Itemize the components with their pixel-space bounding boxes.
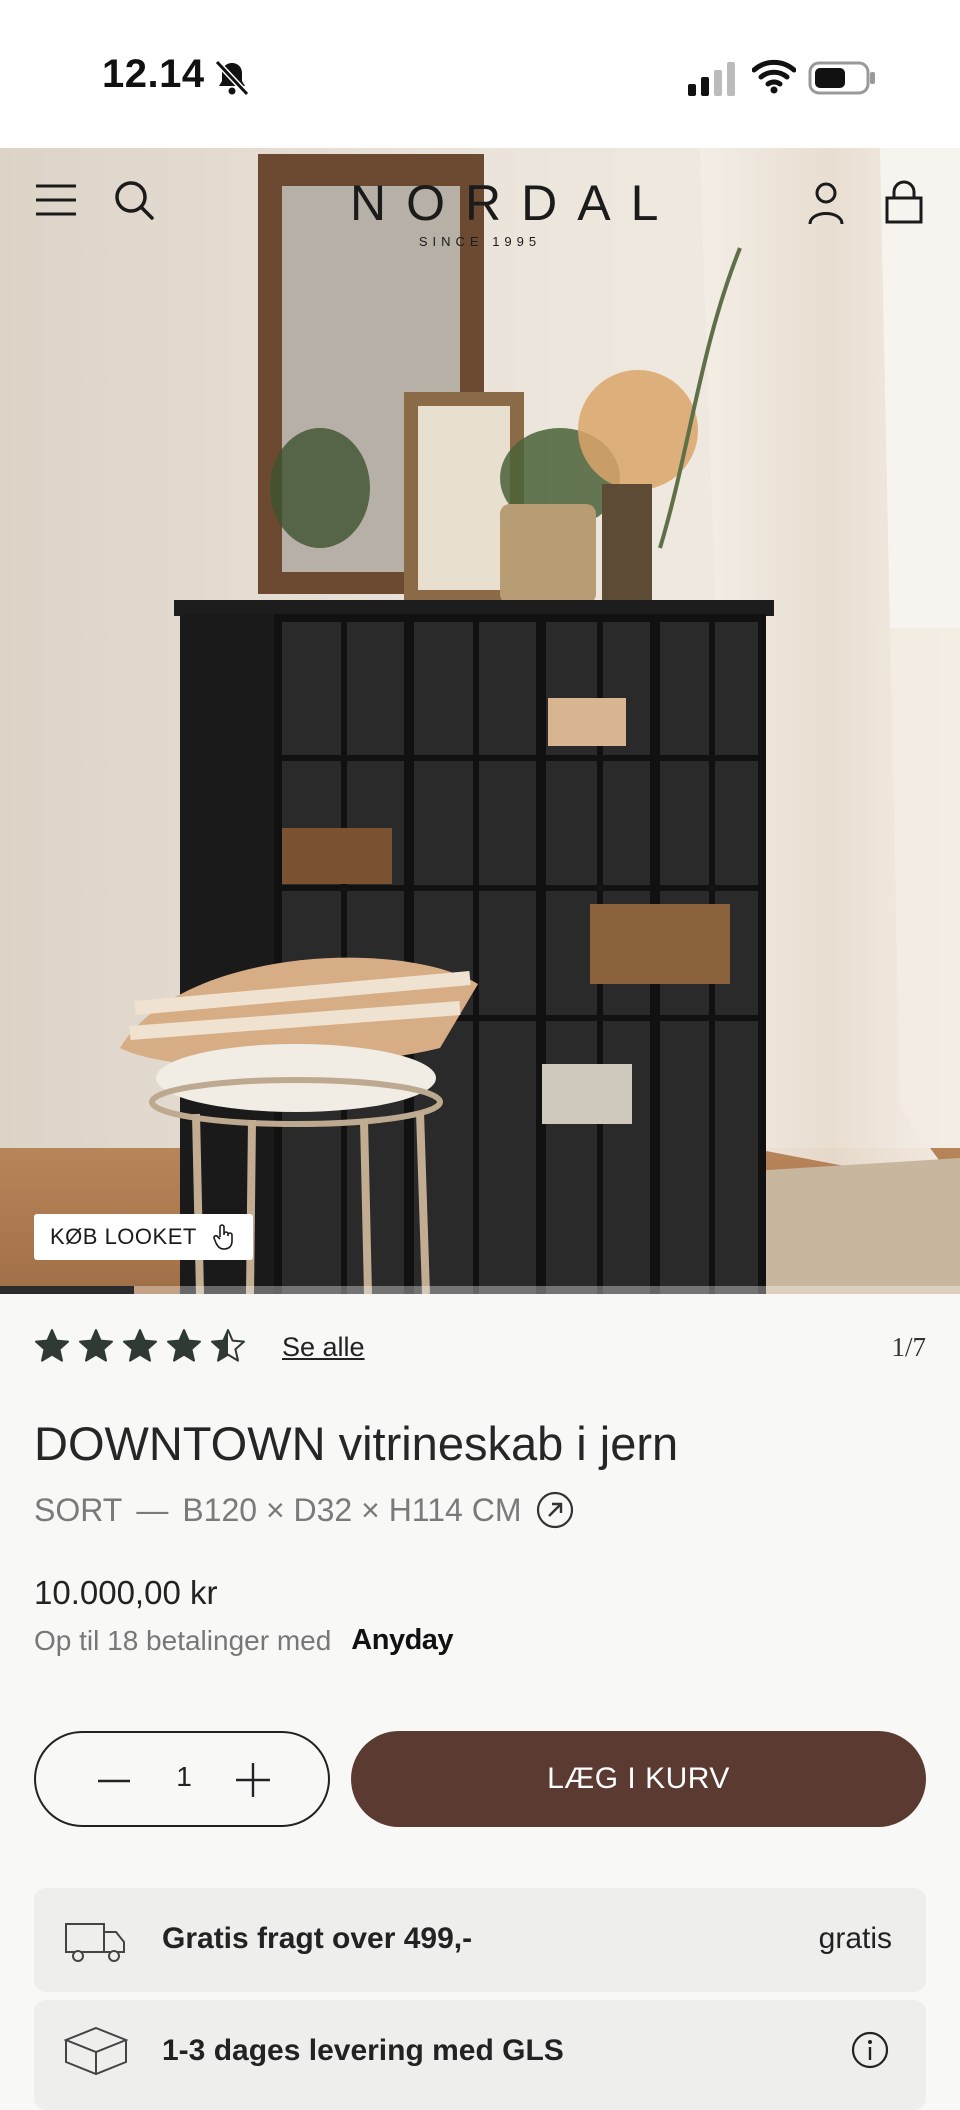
star-full-icon xyxy=(123,1329,157,1362)
product-title: DOWNTOWN vitrineskab i jern xyxy=(34,1417,679,1470)
delivery-card: 1-3 dages levering med GLS xyxy=(34,2000,926,2110)
rating-stars xyxy=(34,1328,246,1364)
see-all-reviews-link[interactable]: Se alle xyxy=(282,1332,365,1363)
signal-icon xyxy=(688,62,735,96)
wifi-icon xyxy=(752,59,796,94)
star-half-icon xyxy=(211,1329,245,1362)
star-full-icon xyxy=(35,1329,69,1362)
add-to-cart-button[interactable]: LÆG I KURV xyxy=(351,1731,926,1827)
free-shipping-value: gratis xyxy=(818,1922,892,1955)
truck-icon xyxy=(65,1923,125,1962)
shop-the-look-button[interactable]: KØB LOOKET xyxy=(34,1214,253,1260)
star-full-icon xyxy=(167,1329,201,1362)
installments-text: Op til 18 betalinger med xyxy=(34,1624,332,1656)
product-image-carousel[interactable]: NORDAL SINCE 1995 KØB LOOKET xyxy=(0,148,960,1294)
account-icon[interactable] xyxy=(802,178,850,226)
search-icon[interactable] xyxy=(110,176,158,224)
anyday-logo: Anyday xyxy=(351,1624,454,1656)
brand-name: NORDAL xyxy=(350,175,679,231)
star-full-icon xyxy=(79,1329,113,1362)
product-specs: SORT — B120 × D32 × H114 CM xyxy=(34,1490,575,1530)
status-time: 12.14 xyxy=(102,52,205,96)
rating-row: Se alle 1/7 xyxy=(34,1328,926,1372)
specs-separator: — xyxy=(136,1491,169,1528)
image-counter: 1/7 xyxy=(891,1332,926,1362)
plus-icon[interactable] xyxy=(234,1761,272,1799)
product-price: 10.000,00 kr xyxy=(34,1574,218,1611)
arrow-up-right-circle-icon[interactable] xyxy=(535,1490,575,1530)
carousel-progress-fill xyxy=(0,1286,135,1294)
quantity-stepper: 1 xyxy=(34,1731,330,1827)
status-bar: 12.14 xyxy=(0,0,960,148)
delivery-text: 1-3 dages levering med GLS xyxy=(162,2034,564,2067)
battery-icon xyxy=(808,61,875,95)
hand-pointer-icon xyxy=(213,1224,233,1250)
product-photo xyxy=(0,148,960,1294)
carousel-progress xyxy=(0,1286,960,1294)
free-shipping-text: Gratis fragt over 499,- xyxy=(162,1922,473,1955)
bag-icon[interactable] xyxy=(880,178,928,226)
brand-logo[interactable]: NORDAL SINCE 1995 xyxy=(330,174,679,249)
bell-muted-icon xyxy=(214,59,250,97)
quantity-value[interactable]: 1 xyxy=(36,1761,332,1793)
product-color: SORT xyxy=(34,1491,123,1528)
product-dimensions: B120 × D32 × H114 CM xyxy=(182,1491,522,1528)
box-icon xyxy=(63,2026,129,2076)
installments-info[interactable]: Op til 18 betalinger med Anyday xyxy=(34,1624,454,1657)
free-shipping-card: Gratis fragt over 499,- gratis xyxy=(34,1888,926,1992)
info-icon[interactable] xyxy=(850,2030,890,2070)
shop-the-look-label: KØB LOOKET xyxy=(50,1224,197,1249)
menu-icon[interactable] xyxy=(32,176,80,224)
brand-since: SINCE 1995 xyxy=(418,234,542,249)
